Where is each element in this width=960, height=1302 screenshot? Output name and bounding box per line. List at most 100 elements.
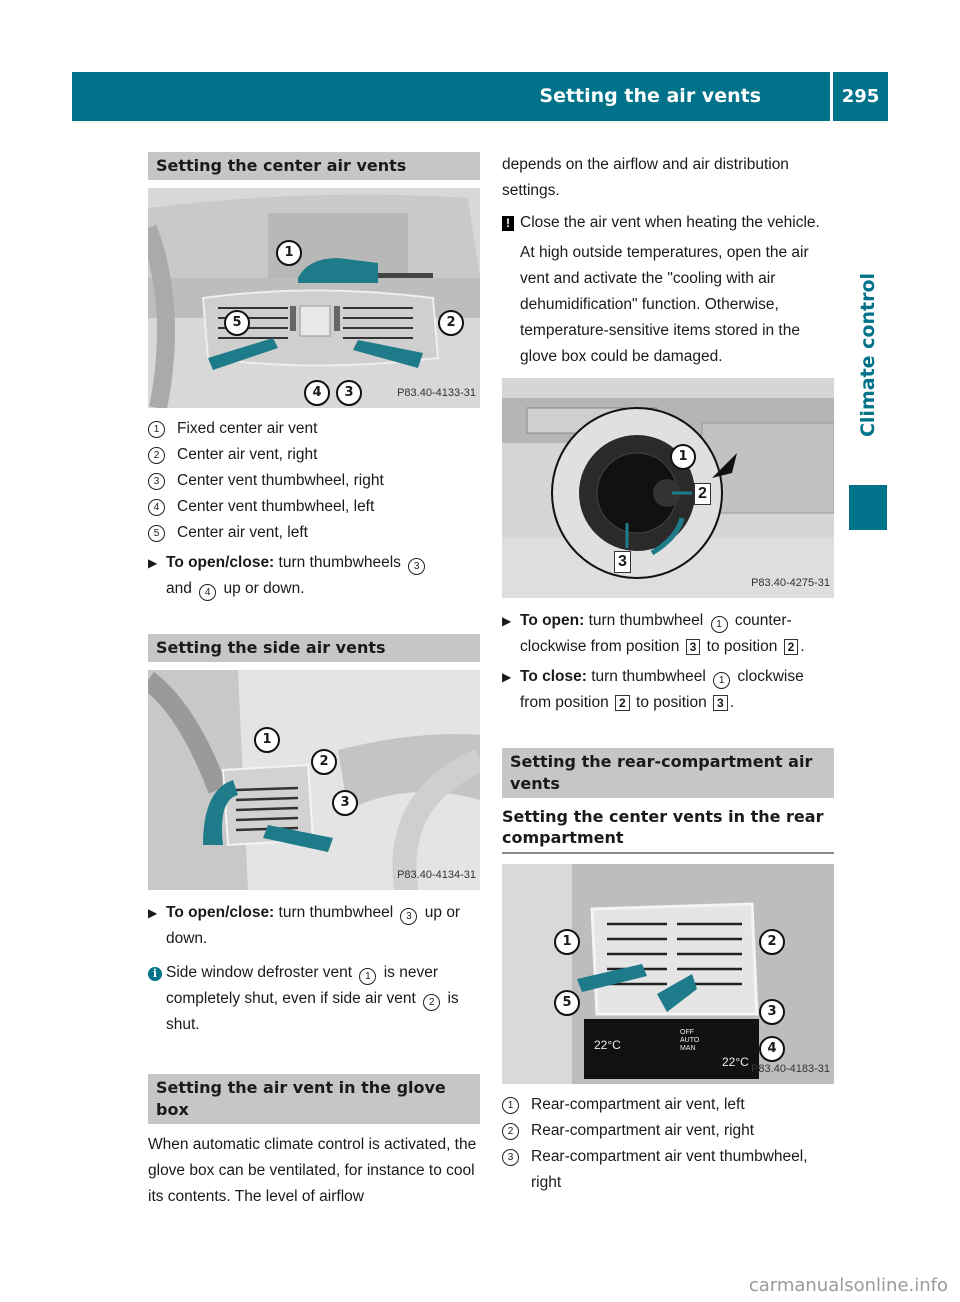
figure-code: P83.40-4134-31: [397, 869, 476, 881]
legend-item: 3 Center vent thumbwheel, right: [148, 468, 480, 494]
number-badge: 2: [423, 994, 441, 1011]
instruction-step-open: ▶ To open: turn thumbwheel 1 counter-clo…: [502, 608, 834, 660]
step-text: To close: turn thumbwheel 1 clockwise fr…: [520, 668, 804, 711]
figure-center-vents: 1 2 3 4 5 P83.40-4133-31: [148, 188, 480, 408]
position-badge: 3: [685, 639, 701, 655]
callout-3: 3: [336, 380, 362, 406]
legend-text: Rear-compartment air vent, right: [531, 1122, 755, 1139]
glove-box-paragraph: When automatic climate control is activa…: [148, 1136, 477, 1205]
number-badge: 3: [502, 1149, 519, 1166]
callout-5: 5: [224, 310, 250, 336]
legend-item: 2 Center air vent, right: [148, 442, 480, 468]
number-badge: 4: [199, 584, 217, 601]
chapter-tab-marker: [849, 485, 887, 530]
section-heading-side-vents: Setting the side air vents: [148, 634, 480, 662]
triangle-bullet-icon: ▶: [502, 614, 512, 628]
legend-item: 2 Rear-compartment air vent, right: [502, 1118, 834, 1144]
number-badge: 1: [502, 1097, 519, 1114]
legend-text: Rear-compartment air vent, left: [531, 1096, 745, 1113]
subheading-rear-center-vents: Setting the center vents in the rear com…: [502, 806, 834, 854]
number-badge: 4: [148, 499, 165, 516]
page-number: 295: [841, 86, 880, 107]
page-header-title: Setting the air vents: [539, 85, 761, 107]
info-text: Side window defroster vent 1 is never co…: [166, 964, 459, 1033]
right-column: depends on the airflow and air distribut…: [502, 152, 834, 1200]
warning-text: Close the air vent when heating the vehi…: [520, 214, 820, 231]
warning-icon: !: [502, 216, 514, 231]
display-temp-left: 22°C: [594, 1038, 621, 1052]
page-header-bar: Setting the air vents: [72, 72, 888, 121]
legend-text: Center vent thumbwheel, right: [177, 472, 384, 489]
glove-box-illustration: [502, 378, 834, 598]
section-heading-center-vents: Setting the center air vents: [148, 152, 480, 180]
step-text: To open: turn thumbwheel 1 counter-clock…: [520, 612, 805, 655]
number-badge: 3: [400, 908, 418, 925]
callout-3: 3: [332, 790, 358, 816]
section-heading-rear-vents: Setting the rear-compartment air vents: [502, 748, 834, 798]
number-badge: 5: [148, 525, 165, 542]
position-marker-2: 2: [694, 483, 711, 505]
callout-4: 4: [304, 380, 330, 406]
callout-1: 1: [254, 727, 280, 753]
dashboard-illustration: [148, 188, 480, 408]
legend-center-vents: 1 Fixed center air vent 2 Center air vent,…: [148, 416, 480, 546]
watermark-link[interactable]: carmanualsonline.info: [749, 1275, 948, 1296]
number-badge: 3: [408, 558, 426, 575]
legend-text: Fixed center air vent: [177, 420, 318, 437]
legend-item: 3 Rear-compartment air vent thumbwheel, r…: [502, 1144, 834, 1196]
number-badge: 2: [148, 447, 165, 464]
figure-code: P83.40-4275-31: [751, 577, 830, 589]
legend-text: Center air vent, right: [177, 446, 318, 463]
legend-text: Center air vent, left: [177, 524, 308, 541]
number-badge: 1: [359, 968, 377, 985]
step-text: To open/close: turn thumbwheel 3 up or d…: [166, 904, 461, 947]
callout-3: 3: [759, 999, 785, 1025]
left-column: Setting the center air vents 1 2 3 4 5 P…: [148, 152, 480, 1210]
legend-text: Rear-compartment air vent thumbwheel, ri…: [531, 1148, 808, 1191]
callout-2: 2: [438, 310, 464, 336]
number-badge: 3: [148, 473, 165, 490]
warning-note: ! Close the air vent when heating the ve…: [502, 210, 834, 370]
figure-glove-box-vent: 1 2 3 P83.40-4275-31: [502, 378, 834, 598]
warning-text: At high outside temperatures, open the a…: [520, 244, 809, 365]
position-badge: 2: [783, 639, 799, 655]
number-badge: 2: [502, 1123, 519, 1140]
position-badge: 3: [713, 695, 728, 711]
legend-item: 5 Center air vent, left: [148, 520, 480, 546]
instruction-step: ▶ To open/close: turn thumbwheels 3 and 4…: [148, 550, 480, 602]
step-text: To open/close: turn thumbwheels 3 and 4 u…: [166, 550, 428, 602]
figure-rear-vents: 22°C OFF AUTO MAN 22°C 1 2 3 4 5 P83.40-…: [502, 864, 834, 1084]
legend-item: 1 Rear-compartment air vent, left: [502, 1092, 834, 1118]
triangle-bullet-icon: ▶: [502, 670, 512, 684]
instruction-step: ▶ To open/close: turn thumbwheel 3 up or…: [148, 900, 480, 952]
display-temp-right: 22°C: [722, 1055, 749, 1069]
legend-rear-vents: 1 Rear-compartment air vent, left 2 Rear-c…: [502, 1092, 834, 1196]
side-vent-illustration: [148, 670, 480, 890]
number-badge: 1: [710, 616, 728, 633]
figure-code: P83.40-4183-31: [751, 1063, 830, 1075]
instruction-step-close: ▶ To close: turn thumbwheel 1 clockwise …: [502, 664, 834, 716]
legend-item: 4 Center vent thumbwheel, left: [148, 494, 480, 520]
position-badge: 2: [615, 695, 630, 711]
figure-code: P83.40-4133-31: [397, 387, 476, 399]
figure-side-vents: 1 2 3 P83.40-4134-31: [148, 670, 480, 890]
legend-text: Center vent thumbwheel, left: [177, 498, 375, 515]
callout-5: 5: [554, 990, 580, 1016]
callout-2: 2: [311, 749, 337, 775]
callout-1: 1: [554, 929, 580, 955]
callout-1: 1: [670, 444, 696, 470]
callout-2: 2: [759, 929, 785, 955]
position-marker-3: 3: [614, 551, 631, 573]
triangle-bullet-icon: ▶: [148, 556, 158, 570]
section-heading-glove-box: Setting the air vent in the glove box: [148, 1074, 480, 1124]
legend-item: 1 Fixed center air vent: [148, 416, 480, 442]
triangle-bullet-icon: ▶: [148, 906, 158, 920]
chapter-tab[interactable]: Climate control: [848, 273, 888, 437]
info-icon: i: [148, 967, 162, 981]
display-modes: OFF AUTO MAN: [680, 1029, 700, 1052]
callout-1: 1: [276, 240, 302, 266]
chapter-tab-label: Climate control: [857, 272, 879, 438]
number-badge: 1: [148, 421, 165, 438]
number-badge: 1: [713, 672, 731, 689]
continuation-paragraph: depends on the airflow and air distribut…: [502, 156, 789, 199]
